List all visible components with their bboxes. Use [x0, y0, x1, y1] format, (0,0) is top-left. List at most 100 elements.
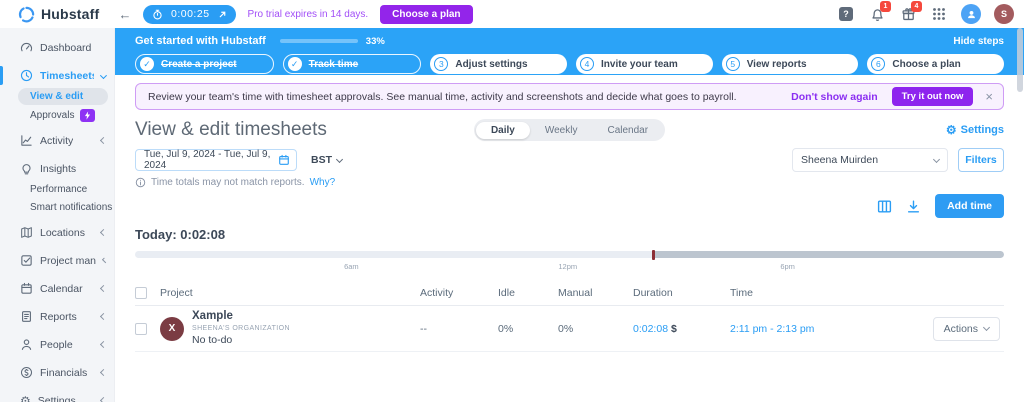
dont-show-again-link[interactable]: Don't show again — [791, 91, 878, 103]
sidebar-item-settings[interactable]: ⚙ Settings — [0, 389, 114, 402]
person-icon — [21, 339, 32, 350]
notifications-badge: 1 — [880, 1, 891, 12]
col-activity: Activity — [420, 287, 454, 299]
trial-expiry-text: Pro trial expires in 14 days. — [247, 8, 369, 20]
chevron-left-icon — [101, 257, 108, 264]
day-timeline[interactable]: 6am 12pm 6pm — [135, 250, 1004, 273]
date-range-picker[interactable]: Tue, Jul 9, 2024 - Tue, Jul 9, 2024 — [135, 149, 297, 171]
col-manual: Manual — [558, 287, 593, 299]
gear-icon: ⚙ — [945, 123, 957, 137]
download-icon[interactable] — [906, 199, 921, 214]
time-range[interactable]: 2:11 pm - 2:13 pm — [730, 323, 900, 335]
timeline-tick: 12pm — [558, 262, 578, 271]
dashboard-icon — [20, 42, 33, 52]
sidebar-item-activity[interactable]: Activity — [0, 129, 114, 152]
page-scrollbar[interactable] — [1017, 28, 1023, 402]
member-select[interactable]: Sheena Muirden — [792, 148, 948, 172]
columns-icon[interactable] — [877, 199, 892, 214]
duration-cell: 0:02:08 $ — [633, 323, 730, 335]
tab-daily[interactable]: Daily — [475, 121, 530, 139]
date-range-value: Tue, Jul 9, 2024 - Tue, Jul 9, 2024 — [144, 149, 271, 171]
hide-steps-link[interactable]: Hide steps — [953, 36, 1004, 47]
sidebar-item-timesheets[interactable]: Timesheets — [0, 64, 114, 87]
onboarding-bar: Get started with Hubstaff 33% Hide steps… — [115, 28, 1024, 75]
timezone-dropdown[interactable]: BST — [311, 154, 344, 166]
timesheet-settings-link[interactable]: ⚙ Settings — [665, 124, 1004, 136]
info-icon — [135, 177, 146, 188]
timeline-bar — [135, 251, 1004, 258]
check-icon: ✓ — [287, 57, 302, 71]
sidebar-item-financials[interactable]: Financials — [0, 361, 114, 384]
sidebar-item-dashboard[interactable]: Dashboard — [0, 36, 114, 59]
try-it-out-button[interactable]: Try it out now — [891, 87, 974, 106]
timer-value: 0:00:25 — [171, 8, 210, 20]
project-name[interactable]: Xample — [192, 309, 290, 323]
sidebar-item-locations[interactable]: Locations — [0, 221, 114, 244]
stopwatch-icon — [153, 9, 162, 19]
why-link[interactable]: Why? — [310, 177, 336, 188]
step-number: 4 — [580, 57, 595, 71]
user-avatar[interactable]: S — [994, 4, 1014, 24]
billable-indicator: $ — [670, 322, 677, 335]
app-window: Hubstaff ← 0:00:25 Pro trial expires in … — [0, 0, 1024, 402]
manual-value: 0% — [558, 322, 574, 335]
dollar-circle-icon — [20, 366, 33, 379]
sidebar-item-approvals[interactable]: Approvals — [0, 106, 114, 124]
add-time-button[interactable]: Add time — [935, 194, 1004, 218]
activity-value: -- — [420, 322, 427, 335]
project-avatar: X — [160, 316, 184, 341]
timer-widget[interactable]: 0:00:25 — [143, 4, 236, 24]
onboarding-steps: ✓ Create a project ✓ Track time 3 Adjust… — [135, 54, 1005, 74]
sidebar-item-reports[interactable]: Reports — [0, 305, 114, 328]
step-number: 6 — [871, 57, 886, 71]
onboarding-progress-track — [279, 39, 358, 43]
step-adjust-settings[interactable]: 3 Adjust settings — [430, 54, 568, 74]
chevron-left-icon — [99, 228, 108, 237]
chevron-down-icon — [982, 323, 991, 332]
col-project: Project — [160, 287, 193, 299]
chevron-left-icon — [99, 136, 108, 145]
topbar-icons: ? 1 4 S — [837, 1, 1024, 24]
duration-value[interactable]: 0:02:08 — [633, 323, 668, 335]
brand-name: Hubstaff — [41, 6, 100, 22]
lightning-icon — [85, 110, 91, 120]
gear-icon: ⚙ — [20, 393, 31, 402]
step-invite-team[interactable]: 4 Invite your team — [576, 54, 713, 74]
onboarding-progress-percent: 33% — [365, 35, 385, 47]
sidebar-item-people[interactable]: People — [0, 333, 114, 356]
organization-avatar[interactable] — [961, 4, 981, 24]
clock-icon — [20, 69, 33, 82]
sidebar-item-view-edit[interactable]: View & edit — [18, 88, 108, 105]
step-create-project[interactable]: ✓ Create a project — [135, 54, 274, 74]
report-document-icon — [22, 311, 31, 322]
lightbulb-icon — [22, 164, 31, 175]
scrollbar-thumb[interactable] — [1017, 28, 1023, 92]
step-view-reports[interactable]: 5 View reports — [721, 54, 859, 74]
choose-plan-button[interactable]: Choose a plan — [380, 4, 473, 24]
sidebar-item-insights[interactable]: Insights — [0, 157, 114, 180]
page-title: View & edit timesheets — [135, 119, 327, 140]
row-checkbox[interactable] — [135, 322, 147, 335]
step-choose-plan[interactable]: 6 Choose a plan — [867, 54, 1005, 74]
notifications-bell-icon[interactable]: 1 — [868, 1, 891, 23]
sidebar-item-smart-notifications[interactable]: Smart notifications — [0, 198, 114, 216]
rewards-gift-icon[interactable]: 4 — [899, 1, 922, 23]
tab-calendar[interactable]: Calendar — [592, 122, 663, 139]
close-icon[interactable]: × — [985, 89, 993, 104]
sidebar-item-project-management[interactable]: Project management — [0, 249, 114, 272]
help-icon[interactable]: ? — [837, 5, 855, 23]
apps-grid-icon[interactable] — [930, 5, 948, 23]
collapse-sidebar-icon[interactable]: ← — [115, 7, 135, 22]
tab-weekly[interactable]: Weekly — [530, 122, 593, 139]
today-total: Today: 0:02:08 — [135, 227, 226, 242]
sidebar-item-performance[interactable]: Performance — [0, 180, 114, 198]
hubstaff-logo[interactable]: Hubstaff — [0, 6, 115, 23]
actions-button[interactable]: Actions — [932, 316, 1000, 341]
select-all-checkbox[interactable] — [135, 287, 147, 299]
step-track-time[interactable]: ✓ Track time — [282, 54, 422, 74]
chevron-down-icon — [100, 72, 108, 79]
filters-button[interactable]: Filters — [958, 148, 1004, 172]
table-row: X Xample SHEENA'S ORGANIZATION No to-do … — [135, 306, 1004, 352]
sidebar-item-calendar[interactable]: Calendar — [0, 277, 114, 300]
chevron-left-icon — [99, 340, 108, 349]
